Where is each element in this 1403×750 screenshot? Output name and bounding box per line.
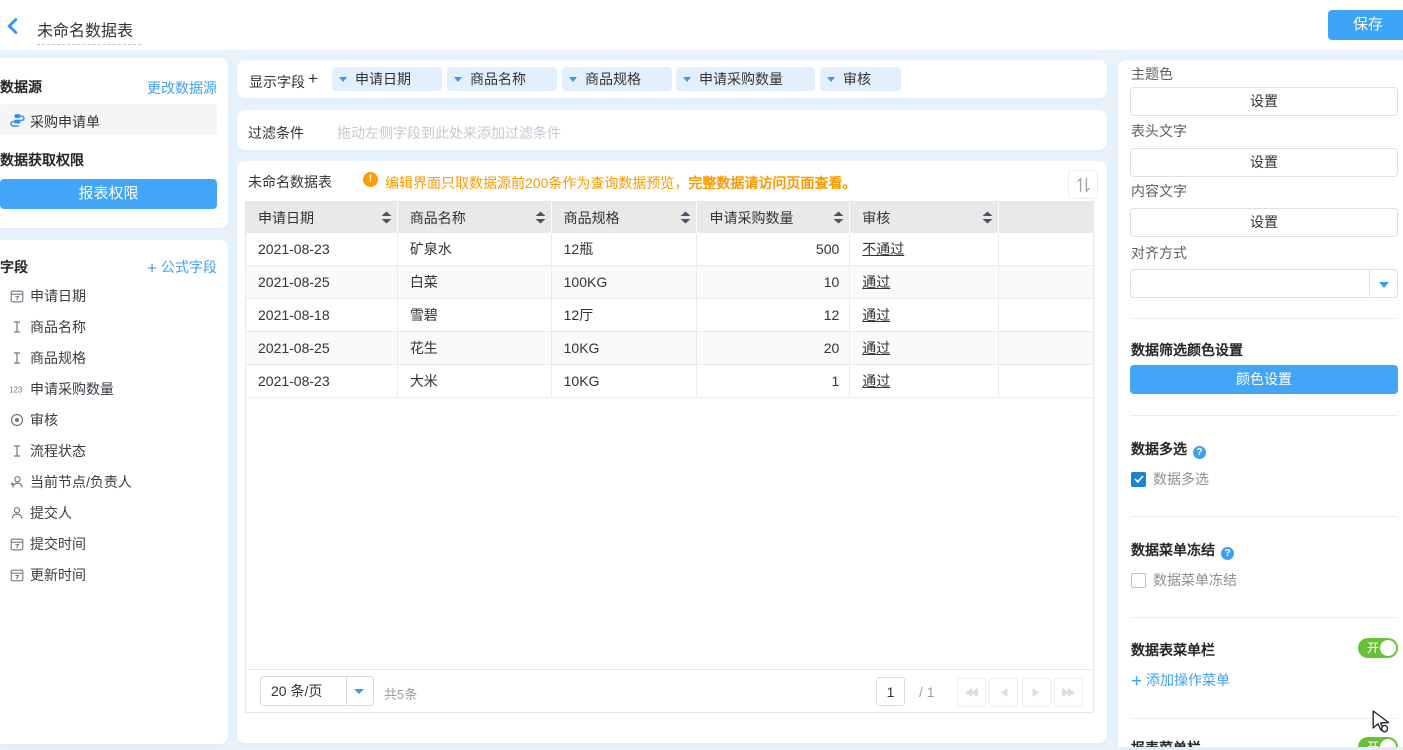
svg-text:123: 123 xyxy=(10,385,23,394)
